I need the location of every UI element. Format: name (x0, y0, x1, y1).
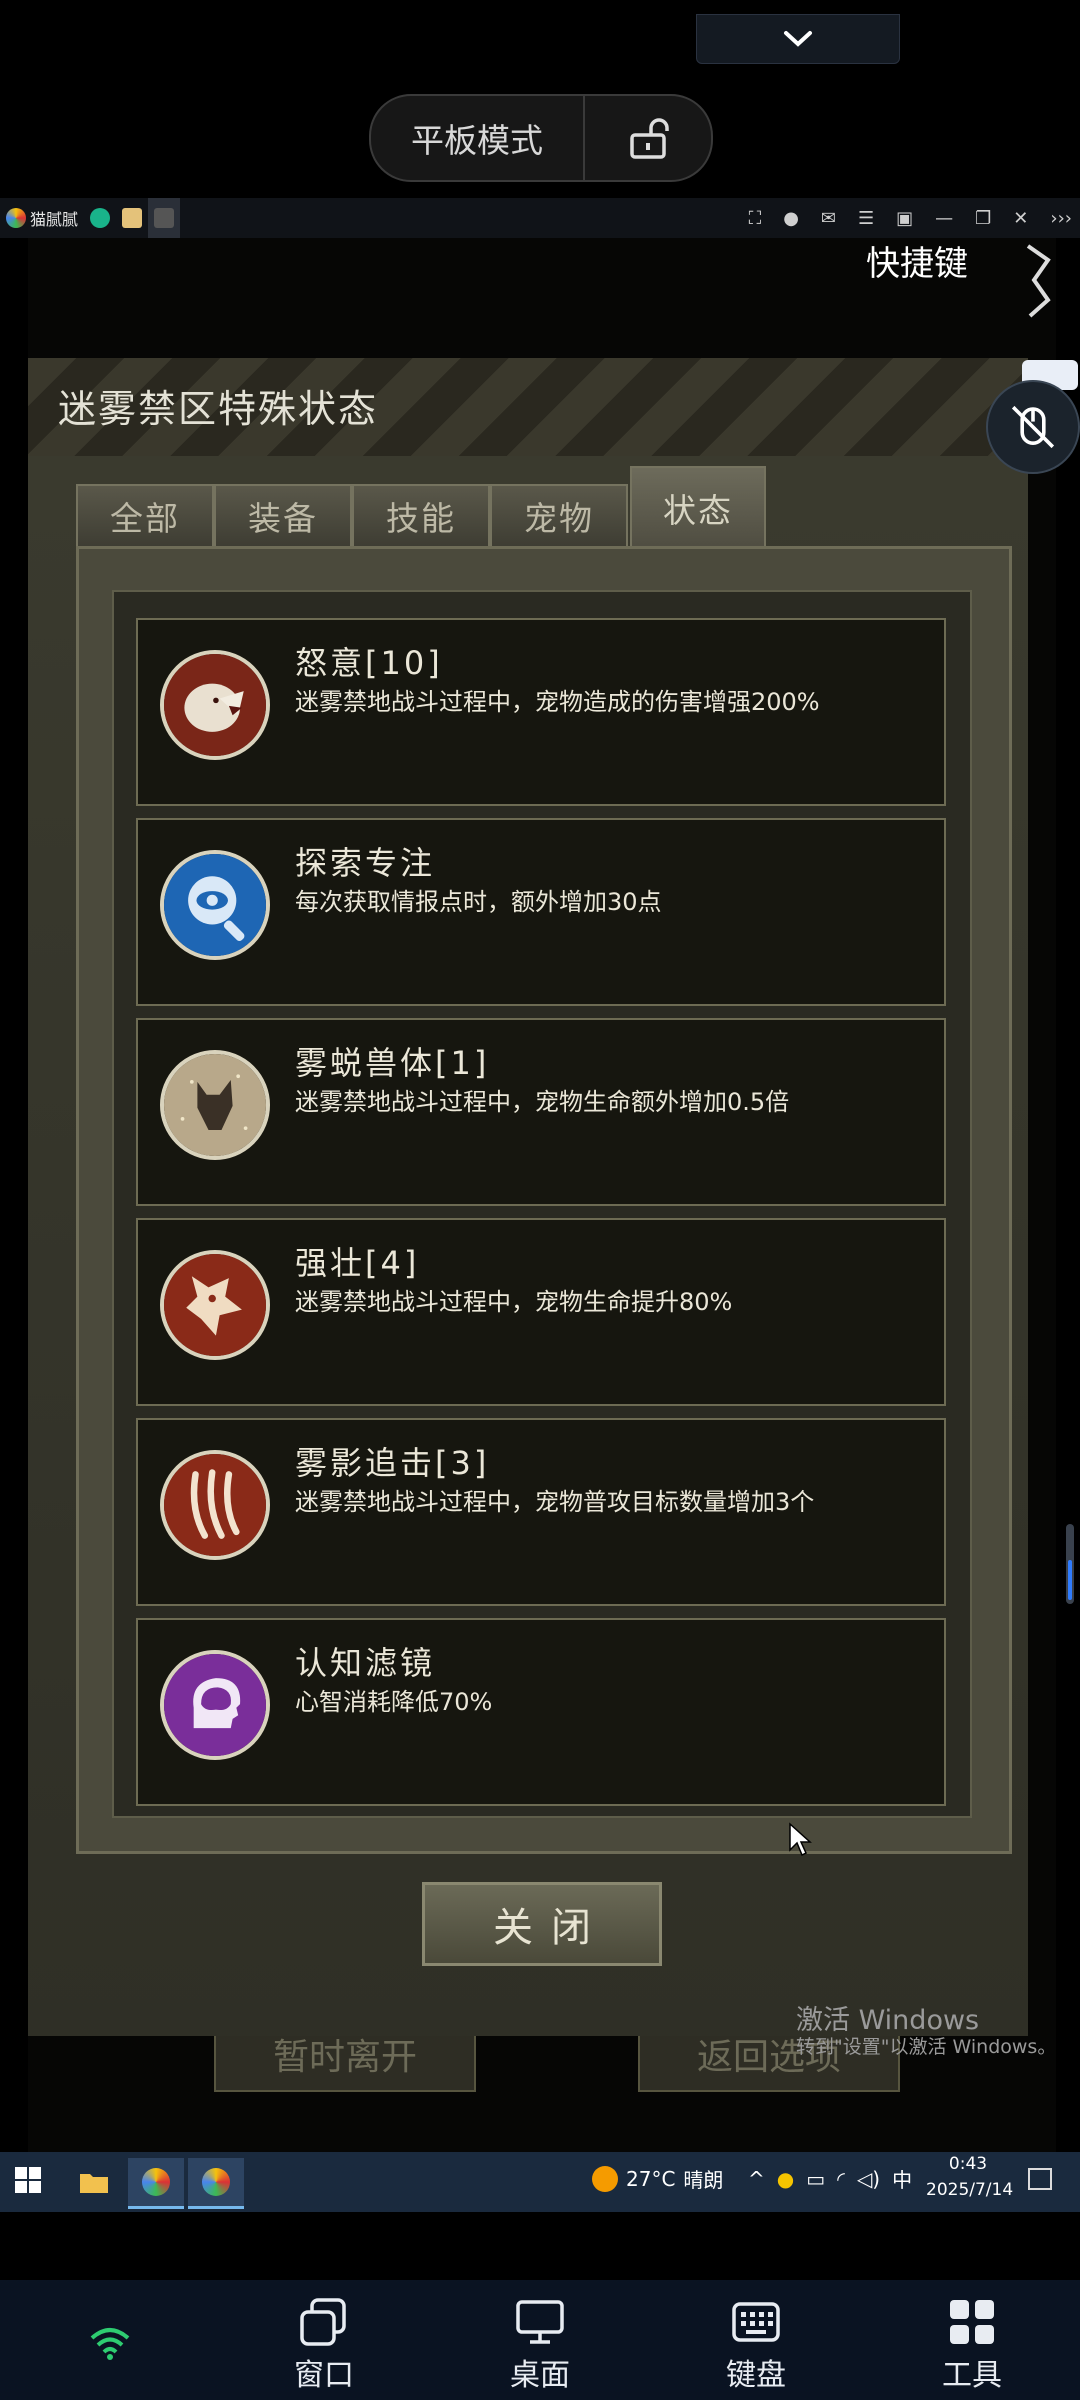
tools-icon (950, 2300, 994, 2344)
game-icon (154, 208, 175, 228)
emulator-app-name: 猫腻腻 (30, 210, 79, 229)
weather-text: 晴朗 (683, 2168, 724, 2192)
taskbar-date[interactable]: 2025/7/14 (926, 2180, 1013, 2200)
status-description: 迷雾禁地战斗过程中，宠物造成的伤害增强200% (295, 688, 820, 716)
activate-windows-subtitle: 转到"设置"以激活 Windows。 (796, 2036, 1057, 2058)
more-icon[interactable]: ››› (1050, 208, 1072, 229)
emulator-tab-2[interactable] (84, 198, 116, 238)
eye-magnifier-icon (160, 850, 270, 960)
mist-wolf-icon (160, 1050, 270, 1160)
nav-label: 桌面 (510, 2358, 570, 2393)
status-name: 怒意[10] (295, 644, 443, 682)
status-name: 雾蜕兽体[1] (295, 1044, 490, 1082)
notification-icon[interactable] (1028, 2168, 1052, 2190)
status-card-strong[interactable]: 强壮[4] 迷雾禁地战斗过程中，宠物生命提升80% (136, 1218, 946, 1406)
status-card-rage[interactable]: 怒意[10] 迷雾禁地战斗过程中，宠物造成的伤害增强200% (136, 618, 946, 806)
mouse-off-icon (1011, 405, 1055, 449)
close-icon[interactable]: ✕ (1013, 208, 1028, 229)
tray-app-icon[interactable]: ● (777, 2167, 794, 2191)
taskbar-weather[interactable]: 27°C 晴朗 (592, 2164, 723, 2193)
taskbar-time[interactable]: 0:43 (938, 2154, 998, 2174)
tab-equipment[interactable]: 装备 (214, 484, 352, 546)
taskbar-app-2[interactable] (188, 2158, 244, 2209)
network-icon[interactable]: ◜ (837, 2167, 845, 2191)
app-logo-icon (142, 2168, 170, 2196)
emulator-titlebar: 猫腻腻 ⛶ ● ✉ ☰ ▣ — ❐ ✕ ››› (0, 198, 1080, 238)
status-description: 迷雾禁地战斗过程中，宠物生命额外增加0.5倍 (295, 1088, 790, 1116)
panel-title: 迷雾禁区特殊状态 (58, 387, 379, 431)
desktop-icon (516, 2300, 564, 2344)
wifi-icon (90, 2328, 130, 2360)
volume-icon[interactable]: ◁) (857, 2167, 880, 2191)
system-tray: ^ ● ▭ ◜ ◁) 中 (748, 2164, 912, 2193)
tray-expand-icon[interactable]: ^ (748, 2167, 765, 2191)
scrollbar-thumb[interactable] (1068, 1560, 1072, 1600)
taskbar-app-1[interactable] (128, 2158, 184, 2209)
tablet-mode-control: 平板模式 (369, 94, 713, 182)
lock-toggle-button[interactable] (585, 115, 711, 161)
chevron-down-icon (784, 31, 812, 47)
status-name: 探索专注 (295, 844, 436, 882)
status-card-explore-focus[interactable]: 探索专注 每次获取情报点时，额外增加30点 (136, 818, 946, 1006)
nav-desktop[interactable]: 桌面 (480, 2296, 600, 2394)
sun-icon (592, 2165, 618, 2192)
tab-pets[interactable]: 宠物 (490, 484, 628, 546)
status-card-cognitive-filter[interactable]: 认知滤镜 心智消耗降低70% (136, 1618, 946, 1806)
mouse-cursor-icon (789, 1822, 812, 1857)
ime-indicator[interactable]: 中 (892, 2164, 912, 2193)
tablet-mode-button[interactable]: 平板模式 (371, 114, 583, 162)
status-card-mist-beast-body[interactable]: 雾蜕兽体[1] 迷雾禁地战斗过程中，宠物生命额外增加0.5倍 (136, 1018, 946, 1206)
floating-assist-button[interactable] (986, 380, 1080, 474)
account-icon[interactable]: ● (783, 208, 799, 229)
status-description: 每次获取情报点时，额外增加30点 (295, 888, 662, 916)
app-logo-icon (6, 208, 26, 228)
nav-keyboard[interactable]: 键盘 (696, 2296, 816, 2394)
display-icon[interactable]: ▣ (896, 208, 913, 229)
claw-marks-icon (160, 1450, 270, 1560)
screenshot-icon[interactable]: ⛶ (749, 208, 762, 229)
folder-icon (80, 2174, 108, 2193)
status-name: 强壮[4] (295, 1244, 420, 1282)
status-name: 认知滤镜 (295, 1644, 436, 1682)
close-button[interactable]: 关闭 (422, 1882, 662, 1966)
window-icon (300, 2298, 346, 2346)
taskbar-file-explorer[interactable] (66, 2158, 122, 2206)
menu-icon[interactable]: ☰ (858, 208, 874, 229)
emulator-tab-game[interactable] (148, 198, 181, 238)
nav-label: 工具 (942, 2358, 1002, 2393)
nav-window[interactable]: 窗口 (264, 2296, 384, 2394)
battery-icon[interactable]: ▭ (806, 2167, 825, 2191)
windows-start-icon[interactable] (14, 2166, 42, 2194)
roaring-beast-icon (160, 650, 270, 760)
brain-head-icon (160, 1650, 270, 1760)
status-name: 雾影追击[3] (295, 1444, 490, 1482)
tab-status[interactable]: 状态 (630, 466, 766, 548)
restore-icon[interactable]: ❐ (975, 208, 991, 229)
status-description: 迷雾禁地战斗过程中，宠物生命提升80% (295, 1288, 733, 1316)
nav-tools[interactable]: 工具 (912, 2296, 1032, 2394)
unlock-icon (630, 118, 669, 159)
side-handle-icon[interactable] (1024, 240, 1054, 320)
shortcut-key-label[interactable]: 快捷键 (866, 236, 968, 285)
app-icon (122, 208, 143, 228)
emulator-tab-app[interactable]: 猫腻腻 (0, 198, 84, 238)
tab-all[interactable]: 全部 (76, 484, 214, 546)
nav-label: 窗口 (294, 2358, 354, 2393)
status-description: 心智消耗降低70% (295, 1688, 493, 1716)
status-description: 迷雾禁地战斗过程中，宠物普攻目标数量增加3个 (295, 1488, 815, 1516)
tab-skills[interactable]: 技能 (352, 484, 490, 546)
dragon-head-icon (160, 1250, 270, 1360)
status-card-mist-shadow-pursuit[interactable]: 雾影追击[3] 迷雾禁地战斗过程中，宠物普攻目标数量增加3个 (136, 1418, 946, 1606)
emulator-tab-3[interactable] (116, 198, 148, 238)
emulator-controls: ⛶ ● ✉ ☰ ▣ — ❐ ✕ ››› (749, 198, 1072, 238)
minimize-icon[interactable]: — (935, 208, 953, 229)
nav-label: 键盘 (726, 2358, 786, 2393)
mail-icon[interactable]: ✉ (821, 208, 836, 229)
keyboard-icon (732, 2302, 780, 2342)
app-logo-icon (202, 2168, 230, 2196)
collapse-toolbar-button[interactable] (696, 14, 900, 64)
temperature: 27°C (626, 2166, 676, 2191)
app-icon (90, 208, 111, 228)
